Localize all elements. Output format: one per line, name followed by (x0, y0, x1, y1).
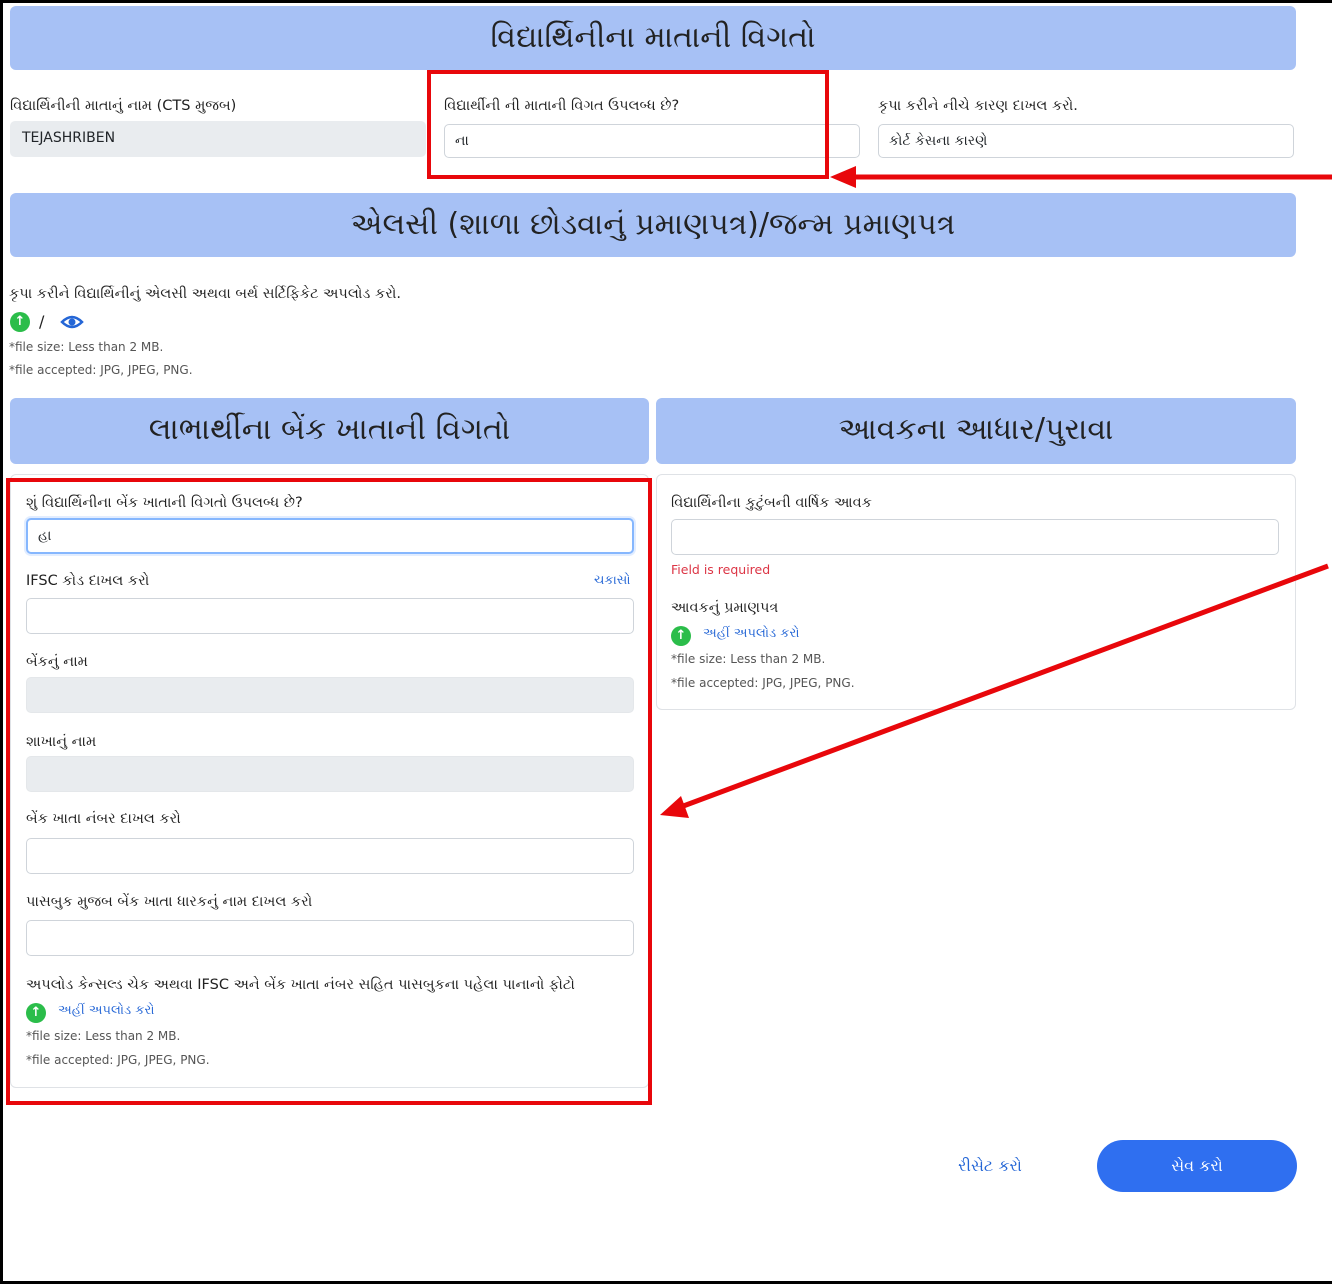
annotation-arrows (660, 166, 1332, 818)
annotation-arrow-bottom-line (677, 563, 1329, 811)
annotation-arrow-top-head (830, 166, 856, 188)
annotation-arrow-bottom-head (660, 796, 689, 818)
